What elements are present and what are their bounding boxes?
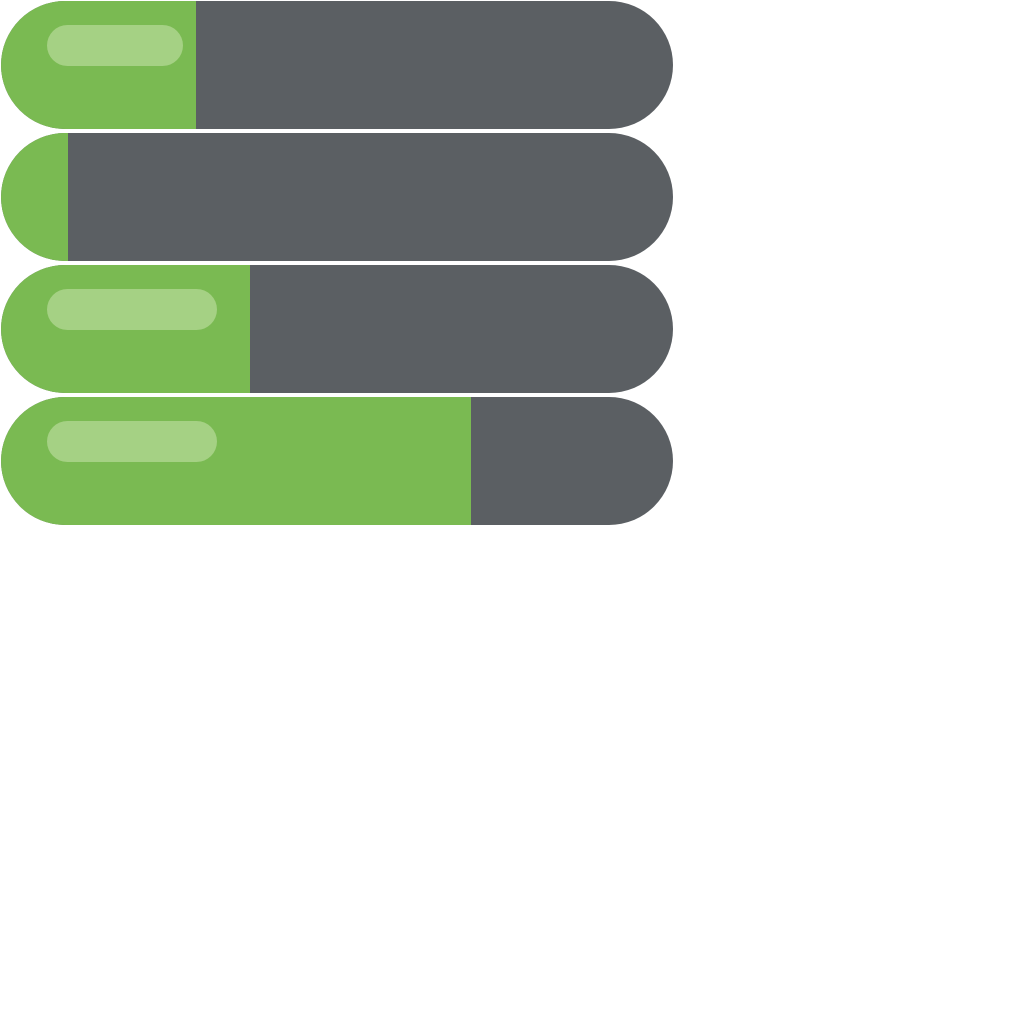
progress-bar-2-fill	[1, 133, 68, 261]
progress-bar-4	[1, 397, 673, 525]
progress-bar-1-highlight	[47, 25, 183, 66]
progress-bar-3	[1, 265, 673, 393]
progress-bar-1	[1, 1, 673, 129]
progress-bar-3-highlight	[47, 289, 217, 330]
progress-bar-2	[1, 133, 673, 261]
progress-bar-4-highlight	[47, 421, 217, 462]
